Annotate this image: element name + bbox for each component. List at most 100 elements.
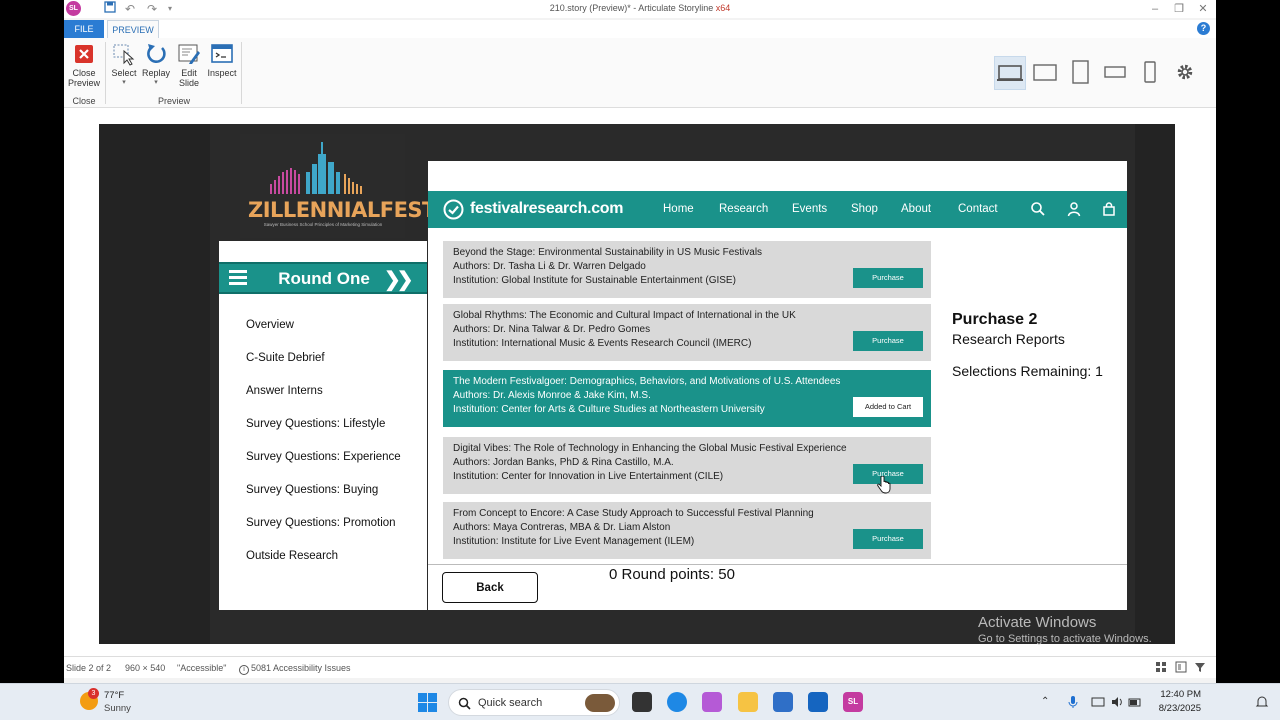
weather-temperature[interactable]: 77°F <box>104 690 124 701</box>
purchase-heading: Purchase 2 <box>952 311 1038 328</box>
preview-stage: ZILLENNIALFEST Sawyer Business School Pr… <box>64 108 1216 656</box>
purchase-button[interactable]: Purchase <box>853 529 923 549</box>
minimize-icon[interactable]: – <box>1144 0 1166 18</box>
hamburger-menu-icon[interactable] <box>229 270 247 286</box>
site-header: festivalresearch.com Home Research Event… <box>428 191 1127 228</box>
select-cursor-icon <box>112 42 136 66</box>
replay-icon <box>144 42 168 66</box>
settings-button[interactable] <box>1169 56 1201 90</box>
nav-survey-buying[interactable]: Survey Questions: Buying <box>246 484 378 496</box>
edit-slide-label: Edit Slide <box>178 68 199 88</box>
select-button[interactable]: Select ▾ <box>110 42 138 88</box>
replay-label: Replay <box>141 68 170 78</box>
weather-description[interactable]: Sunny <box>104 703 131 714</box>
search-icon[interactable] <box>1030 201 1046 217</box>
report-authors: Authors: Dr. Alexis Monroe & Jake Kim, M… <box>453 390 651 401</box>
site-nav-research[interactable]: Research <box>719 203 768 215</box>
windows-start-icon[interactable] <box>418 693 437 712</box>
weather-badge: 3 <box>88 688 99 699</box>
outlook-icon[interactable] <box>808 692 828 712</box>
tablet-portrait-button[interactable] <box>1064 56 1096 90</box>
tablet-landscape-icon <box>1033 64 1057 81</box>
copilot-icon[interactable] <box>702 692 722 712</box>
edge-browser-icon[interactable] <box>667 692 687 712</box>
site-nav-home[interactable]: Home <box>663 203 694 215</box>
edit-slide-icon <box>177 42 201 66</box>
phone-landscape-button[interactable] <box>1099 56 1131 90</box>
tablet-landscape-button[interactable] <box>1029 56 1061 90</box>
replay-button[interactable]: Replay ▾ <box>141 42 171 88</box>
file-explorer-icon[interactable] <box>738 692 758 712</box>
double-chevron-right-icon[interactable]: ❯❯ <box>384 267 413 292</box>
watermark-subtitle: Go to Settings to activate Windows. <box>978 633 1152 645</box>
filter-icon[interactable] <box>1194 661 1206 673</box>
taskbar-search-text: Quick search <box>478 697 543 709</box>
desktop-view-button[interactable] <box>994 56 1026 90</box>
site-nav-about[interactable]: About <box>901 203 931 215</box>
inspect-button[interactable]: Inspect <box>206 42 238 78</box>
chevron-up-icon[interactable]: ⌃ <box>1041 695 1055 709</box>
replay-dropdown-icon[interactable]: ▾ <box>141 78 171 88</box>
tab-file[interactable]: FILE <box>64 20 104 38</box>
nav-outside-research[interactable]: Outside Research <box>246 550 338 562</box>
nav-survey-promotion[interactable]: Survey Questions: Promotion <box>246 517 396 529</box>
nav-survey-experience[interactable]: Survey Questions: Experience <box>246 451 401 463</box>
report-card: Beyond the Stage: Environmental Sustaina… <box>443 241 931 298</box>
user-icon[interactable] <box>1066 201 1082 217</box>
ribbon-tabs: FILE PREVIEW ? <box>64 20 1216 38</box>
network-icon[interactable] <box>1091 695 1105 709</box>
clock-time[interactable]: 12:40 PM <box>1157 689 1201 700</box>
edit-slide-button[interactable]: Edit Slide <box>175 42 203 88</box>
info-circle-icon: i <box>239 665 249 675</box>
microsoft-store-icon[interactable] <box>773 692 793 712</box>
storyline-taskbar-icon[interactable]: SL <box>843 692 863 712</box>
nav-c-suite-debrief[interactable]: C-Suite Debrief <box>246 352 325 364</box>
inspect-label: Inspect <box>207 68 237 78</box>
help-icon[interactable]: ? <box>1197 22 1210 35</box>
site-nav-events[interactable]: Events <box>792 203 827 215</box>
report-title: Global Rhythms: The Economic and Cultura… <box>453 310 796 321</box>
close-preview-button[interactable]: Close Preview <box>68 42 100 88</box>
taskbar-search[interactable]: Quick search <box>448 689 620 716</box>
restore-icon[interactable]: ❐ <box>1168 0 1190 18</box>
nav-answer-interns[interactable]: Answer Interns <box>246 385 323 397</box>
notification-bell-icon[interactable] <box>1255 695 1269 709</box>
added-to-cart-button[interactable]: Added to Cart <box>853 397 923 417</box>
group-preview-label: Preview <box>157 96 190 106</box>
hand-cursor-icon <box>877 476 891 494</box>
site-nav-shop[interactable]: Shop <box>851 203 878 215</box>
slide-size: 960 × 540 <box>125 663 166 673</box>
purchase-button[interactable]: Purchase <box>853 268 923 288</box>
battery-icon[interactable] <box>1128 695 1142 709</box>
accessible-status: "Accessible" <box>177 663 227 673</box>
grid-view-icon[interactable] <box>1155 661 1167 673</box>
phone-portrait-button[interactable] <box>1134 56 1166 90</box>
round-header: Round One ❯❯ <box>219 262 427 294</box>
round-points: 0 Round points: 50 <box>609 566 735 583</box>
tablet-portrait-icon <box>1072 60 1089 84</box>
task-view-icon[interactable] <box>632 692 652 712</box>
volume-icon[interactable] <box>1110 695 1124 709</box>
report-authors: Authors: Jordan Banks, PhD & Rina Castil… <box>453 457 674 468</box>
slide-counter: Slide 2 of 2 <box>66 663 112 673</box>
report-institution: Institution: Global Institute for Sustai… <box>453 275 736 286</box>
divider <box>428 564 1127 565</box>
nav-survey-lifestyle[interactable]: Survey Questions: Lifestyle <box>246 418 385 430</box>
slide-view-icon[interactable] <box>1175 661 1187 673</box>
clock-date[interactable]: 8/23/2025 <box>1150 703 1201 714</box>
site-name[interactable]: festivalresearch.com <box>470 200 624 218</box>
purchase-subheading: Research Reports <box>952 331 1065 347</box>
purchase-button[interactable]: Purchase <box>853 331 923 351</box>
shopping-bag-icon[interactable] <box>1101 201 1117 217</box>
back-button[interactable]: Back <box>442 572 538 603</box>
report-card: Digital Vibes: The Role of Technology in… <box>443 437 931 494</box>
activate-windows-watermark: Activate Windows Go to Settings to activ… <box>978 614 1152 645</box>
nav-overview[interactable]: Overview <box>246 319 294 331</box>
tab-preview[interactable]: PREVIEW <box>107 20 159 38</box>
accessibility-issues[interactable]: i 5081 Accessibility Issues <box>239 663 351 675</box>
microphone-icon[interactable] <box>1066 695 1080 709</box>
select-dropdown-icon[interactable]: ▾ <box>110 78 138 88</box>
close-window-icon[interactable]: ✕ <box>1192 0 1214 18</box>
search-icon <box>458 697 471 710</box>
site-nav-contact[interactable]: Contact <box>958 203 998 215</box>
